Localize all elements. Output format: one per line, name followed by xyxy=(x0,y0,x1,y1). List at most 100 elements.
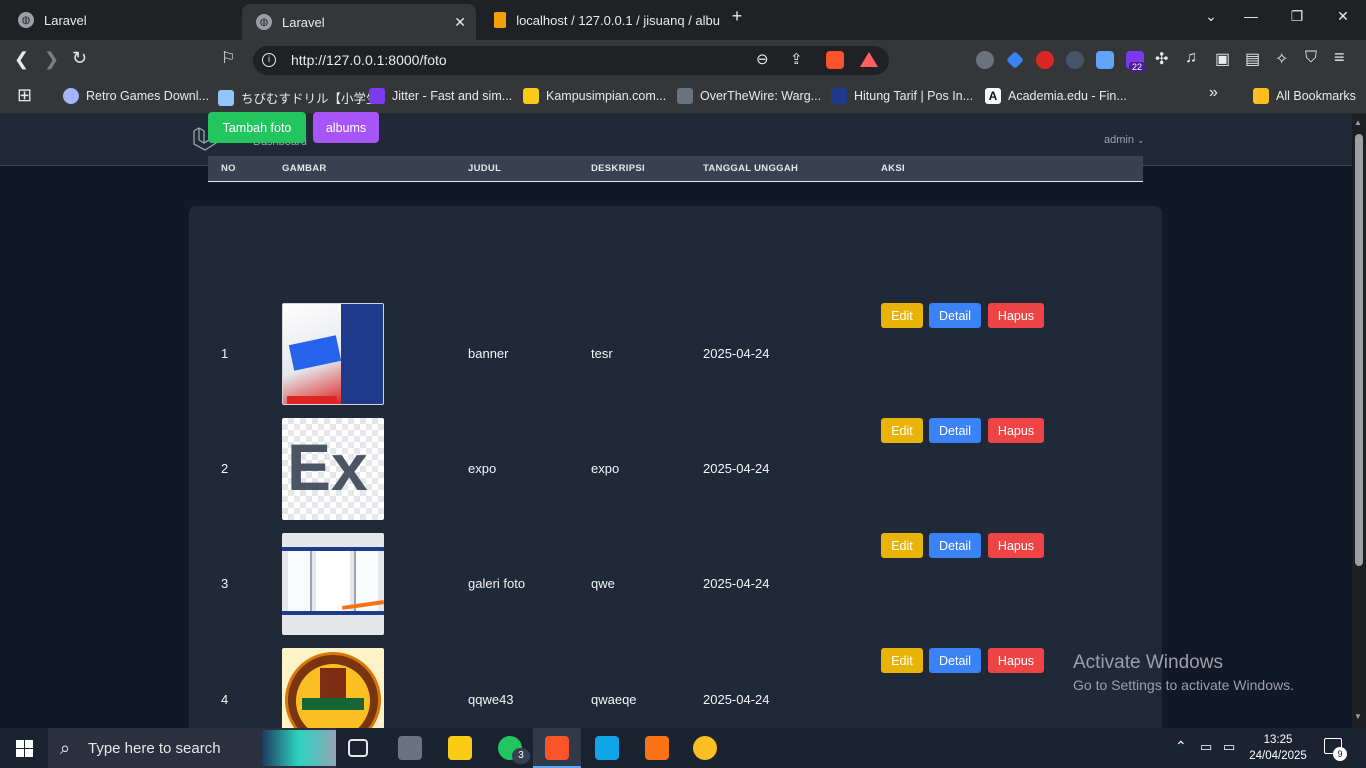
back-icon[interactable]: ❮ xyxy=(14,49,29,70)
system-clock[interactable]: 13:25 24/04/2025 xyxy=(1247,732,1309,764)
extension-count-badge: 22 xyxy=(1129,62,1146,72)
site-icon xyxy=(218,89,234,106)
folder-icon xyxy=(1253,88,1269,104)
scroll-down-icon[interactable]: ▼ xyxy=(1354,712,1362,721)
chevron-down-icon: ⌄ xyxy=(1137,135,1145,145)
reload-icon[interactable]: ↻ xyxy=(72,48,87,69)
upload-date: 2025-04-24 xyxy=(703,576,770,591)
vscode-icon[interactable] xyxy=(595,736,619,760)
row-number: 2 xyxy=(221,461,229,476)
photo-thumbnail[interactable]: Ex xyxy=(282,418,384,520)
edit-button[interactable]: Edit xyxy=(881,303,923,328)
delete-button[interactable]: Hapus xyxy=(988,533,1044,558)
restore-icon[interactable]: ❐ xyxy=(1285,8,1309,25)
meet-now-icon[interactable]: ▭ xyxy=(1200,739,1212,755)
all-bookmarks-folder[interactable]: All Bookmarks xyxy=(1253,88,1356,104)
show-hidden-icons[interactable]: ⌃ xyxy=(1175,738,1187,755)
brave-shields-icon[interactable] xyxy=(826,51,844,69)
bookmark-overthewire[interactable]: OverTheWire: Warg... xyxy=(677,88,821,104)
phpmyadmin-icon xyxy=(494,12,507,28)
tab-search-icon[interactable]: ⌄ xyxy=(1199,8,1223,25)
photo-description: expo xyxy=(591,461,620,476)
bookmark-chibimusu[interactable]: ちびむすドリル【小学生】 xyxy=(218,88,391,107)
close-window-icon[interactable]: ✕ xyxy=(1331,8,1355,25)
brave-rewards-icon[interactable] xyxy=(860,52,878,67)
windows-start-icon[interactable] xyxy=(16,740,33,757)
bookmark-kampusimpian[interactable]: Kampusimpian.com... xyxy=(523,88,666,104)
photo-title: qqwe43 xyxy=(468,692,514,707)
menu-icon[interactable]: ≡ xyxy=(1334,47,1345,68)
task-view-icon[interactable] xyxy=(348,739,368,757)
site-icon xyxy=(523,88,539,104)
share-icon[interactable]: ⇪ xyxy=(790,50,803,68)
photo-thumbnail[interactable] xyxy=(282,648,384,728)
url-text[interactable]: http://127.0.0.1:8000/foto xyxy=(291,52,447,68)
photo-title: banner xyxy=(468,346,509,361)
photo-thumbnail[interactable] xyxy=(282,303,384,405)
scrollbar-thumb[interactable] xyxy=(1355,134,1363,566)
more-bookmarks-icon[interactable]: » xyxy=(1209,84,1218,102)
globe-icon: ◍ xyxy=(256,14,272,30)
site-info-icon[interactable]: i xyxy=(262,53,276,67)
table-row: 2 Ex expo expo 2025-04-24 Edit Detail Ha… xyxy=(208,410,1143,525)
taskbar-app-icon[interactable] xyxy=(398,736,422,760)
taskbar-search-box[interactable]: ⌕ Type here to search xyxy=(48,728,336,768)
leo-ai-icon[interactable]: ✧ xyxy=(1275,49,1288,69)
watermark-title: Activate Windows xyxy=(1073,652,1223,673)
media-icon[interactable]: ♫ xyxy=(1185,49,1197,67)
apps-grid-icon[interactable]: ⊞ xyxy=(17,85,32,106)
network-icon[interactable]: ▭ xyxy=(1223,739,1235,755)
detail-button[interactable]: Detail xyxy=(929,533,981,558)
close-tab-icon[interactable]: ✕ xyxy=(454,14,466,31)
tab-phpmyadmin[interactable]: localhost / 127.0.0.1 / jisuanq / albu xyxy=(480,4,720,36)
forward-icon[interactable]: ❯ xyxy=(44,49,59,70)
paint-icon[interactable] xyxy=(693,736,717,760)
user-menu[interactable]: admin ⌄ xyxy=(1104,134,1145,146)
edit-button[interactable]: Edit xyxy=(881,533,923,558)
upload-date: 2025-04-24 xyxy=(703,461,770,476)
brave-browser-icon[interactable] xyxy=(545,736,569,760)
sidebar-icon[interactable]: ▣ xyxy=(1215,49,1230,69)
table-row: 3 galeri foto qwe 2025-04-24 Edit Detail… xyxy=(208,525,1143,640)
tab-laravel-1[interactable]: ◍ Laravel xyxy=(4,4,240,36)
wallet-icon[interactable]: ▤ xyxy=(1245,49,1260,69)
row-number: 3 xyxy=(221,576,229,591)
extension-spy-icon[interactable] xyxy=(976,51,994,69)
delete-button[interactable]: Hapus xyxy=(988,303,1044,328)
tab-laravel-active[interactable]: ◍ Laravel ✕ xyxy=(242,4,476,40)
add-photo-button[interactable]: Tambah foto xyxy=(208,112,306,143)
detail-button[interactable]: Detail xyxy=(929,303,981,328)
search-icon: ⌕ xyxy=(60,737,71,758)
delete-button[interactable]: Hapus xyxy=(988,648,1044,673)
bookmark-jitter[interactable]: Jitter - Fast and sim... xyxy=(369,88,512,104)
vpn-icon[interactable]: ⛉ xyxy=(1305,49,1317,67)
edit-button[interactable]: Edit xyxy=(881,418,923,443)
xampp-icon[interactable] xyxy=(645,736,669,760)
clock-time: 13:25 xyxy=(1263,734,1293,746)
delete-button[interactable]: Hapus xyxy=(988,418,1044,443)
extension-adblock-icon[interactable] xyxy=(1036,51,1054,69)
minimize-icon[interactable]: — xyxy=(1239,8,1263,24)
zoom-icon[interactable]: ⊖ xyxy=(756,50,769,68)
search-placeholder: Type here to search xyxy=(88,739,221,757)
detail-button[interactable]: Detail xyxy=(929,418,981,443)
notification-count: 9 xyxy=(1333,747,1347,761)
bookmark-pos-indonesia[interactable]: Hitung Tarif | Pos In... xyxy=(831,88,973,104)
bookmark-icon[interactable]: ⚐ xyxy=(221,48,235,68)
bookmark-retro-games[interactable]: Retro Games Downl... xyxy=(63,88,209,104)
upload-date: 2025-04-24 xyxy=(703,692,770,707)
extension-docs-icon[interactable] xyxy=(1096,51,1114,69)
detail-button[interactable]: Detail xyxy=(929,648,981,673)
extensions-puzzle-icon[interactable]: ✣ xyxy=(1155,49,1168,69)
extension-cursor-icon[interactable] xyxy=(1066,51,1084,69)
jitter-icon xyxy=(369,88,385,104)
table-row: 1 banner tesr 2025-04-24 Edit Detail Hap… xyxy=(208,295,1143,410)
photo-thumbnail[interactable] xyxy=(282,533,384,635)
bookmark-academia[interactable]: A Academia.edu - Fin... xyxy=(985,88,1127,104)
photo-description: tesr xyxy=(591,346,613,361)
albums-button[interactable]: albums xyxy=(313,112,379,143)
file-explorer-icon[interactable] xyxy=(448,736,472,760)
edit-button[interactable]: Edit xyxy=(881,648,923,673)
new-tab-icon[interactable]: + xyxy=(725,6,749,27)
scroll-up-icon[interactable]: ▲ xyxy=(1354,118,1362,127)
